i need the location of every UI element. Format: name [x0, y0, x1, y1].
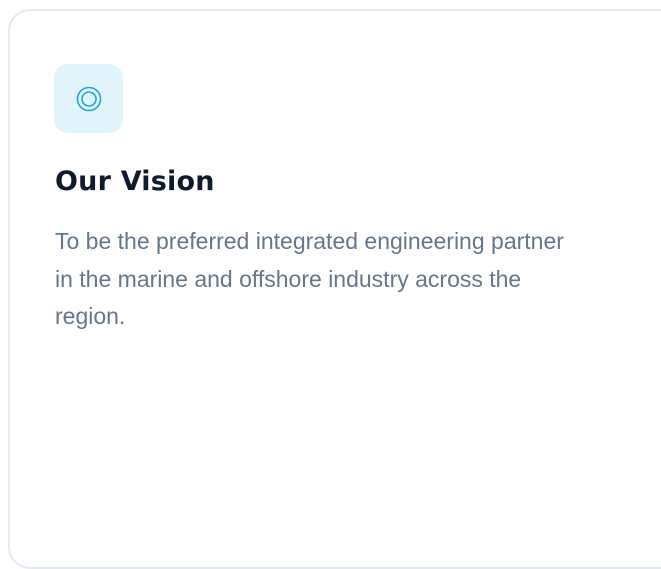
card-description: To be the preferred integrated engineeri… — [55, 228, 564, 329]
card-title: Our Vision — [55, 166, 215, 197]
icon-tile — [54, 64, 123, 133]
vision-card: Our Vision To be the preferred integrate… — [8, 9, 661, 569]
target-icon — [76, 86, 102, 112]
